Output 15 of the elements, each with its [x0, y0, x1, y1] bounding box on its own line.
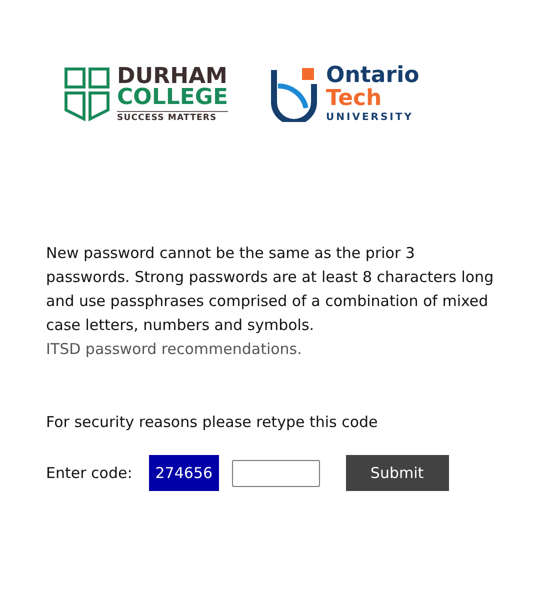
- logo-wordmark: Ontario: [326, 64, 420, 86]
- logo-wordmark: COLLEGE: [117, 86, 228, 108]
- password-notice: New password cannot be the same as the prior 3 passwords. Strong passwords are at least 8 characters long and use passphrases comprised of a combination of mixed case letters, numbers and symbols.: [46, 243, 495, 336]
- security-prompt: For security reasons please retype this code: [46, 412, 379, 433]
- submit-button[interactable]: Submit: [346, 455, 449, 491]
- shield-icon: [270, 66, 318, 122]
- captcha-code: 274656: [149, 455, 219, 491]
- logo-wordmark: DURHAM: [117, 66, 228, 87]
- logo-tagline: UNIVERSITY: [326, 110, 414, 124]
- code-input[interactable]: [232, 460, 320, 486]
- shield-icon: [63, 66, 111, 122]
- code-label: Enter code:: [46, 463, 132, 484]
- logo-wordmark: Tech: [326, 86, 383, 110]
- logo-tagline: SUCCESS MATTERS: [117, 110, 228, 122]
- recommendations-link[interactable]: ITSD password recommendations.: [46, 340, 302, 358]
